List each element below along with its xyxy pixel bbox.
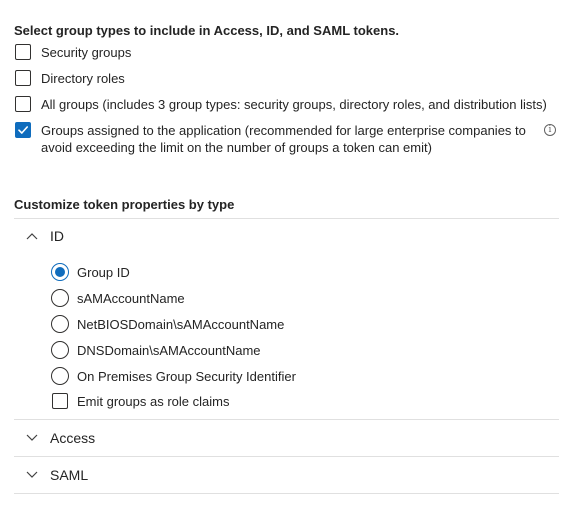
saml-section-label: SAML: [50, 467, 89, 483]
radio-onprem-sid[interactable]: [51, 367, 69, 385]
access-section-header[interactable]: Access: [14, 427, 559, 449]
customize-heading: Customize token properties by type: [14, 197, 235, 212]
info-icon[interactable]: i: [544, 124, 556, 136]
security-groups-checkbox[interactable]: [15, 44, 31, 60]
directory-roles-label: Directory roles: [41, 71, 125, 86]
divider: [14, 419, 559, 420]
group-types-heading: Select group types to include in Access,…: [14, 23, 400, 38]
emit-role-claims-checkbox[interactable]: [52, 393, 68, 409]
chevron-up-icon: [26, 233, 38, 240]
chevron-down-icon: [26, 434, 38, 441]
emit-role-claims-label: Emit groups as role claims: [77, 394, 230, 409]
assigned-groups-checkbox[interactable]: [15, 122, 31, 138]
radio-group-id-label: Group ID: [77, 265, 130, 280]
radio-dnsdomain[interactable]: [51, 341, 69, 359]
radio-netbiosdomain-label: NetBIOSDomain\sAMAccountName: [77, 317, 285, 332]
divider: [14, 493, 559, 494]
chevron-down-icon: [26, 471, 38, 478]
security-groups-label: Security groups: [41, 45, 132, 60]
radio-netbiosdomain[interactable]: [51, 315, 69, 333]
radio-samaccountname[interactable]: [51, 289, 69, 307]
all-groups-label: All groups (includes 3 group types: secu…: [41, 97, 547, 112]
radio-dnsdomain-label: DNSDomain\sAMAccountName: [77, 343, 261, 358]
assigned-groups-label-line2: avoid exceeding the limit on the number …: [41, 140, 432, 155]
id-section-header[interactable]: ID: [14, 226, 559, 248]
id-section-label: ID: [50, 228, 64, 244]
checkmark-icon: [18, 126, 28, 134]
saml-section-header[interactable]: SAML: [14, 464, 559, 486]
divider: [14, 218, 559, 219]
directory-roles-checkbox[interactable]: [15, 70, 31, 86]
assigned-groups-label-line1: Groups assigned to the application (reco…: [41, 123, 526, 138]
divider: [14, 456, 559, 457]
radio-group-id[interactable]: [51, 263, 69, 281]
all-groups-checkbox[interactable]: [15, 96, 31, 112]
access-section-label: Access: [50, 430, 96, 446]
radio-samaccountname-label: sAMAccountName: [77, 291, 185, 306]
radio-onprem-sid-label: On Premises Group Security Identifier: [77, 369, 296, 384]
